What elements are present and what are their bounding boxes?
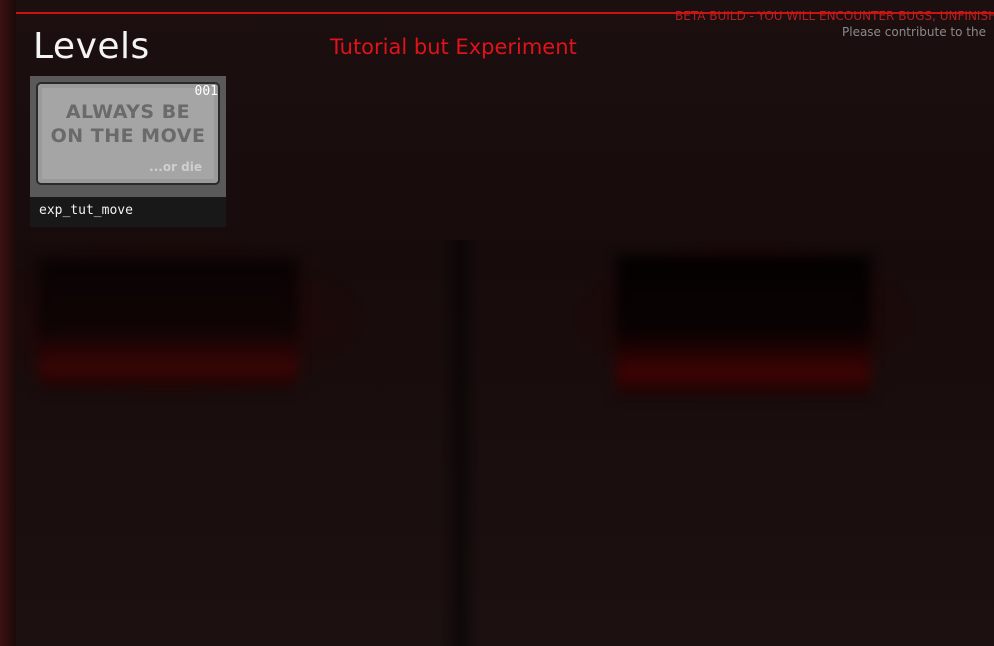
level-name: exp_tut_move xyxy=(39,203,133,218)
background-blur-panel-left xyxy=(38,258,298,388)
level-thumbnail: ALWAYS BE ON THE MOVE ...or die xyxy=(36,82,220,185)
thumbnail-headline: ALWAYS BE ON THE MOVE xyxy=(50,101,206,147)
thumbnail-subtext: ...or die xyxy=(149,160,202,174)
page-title: Levels xyxy=(33,26,150,67)
level-number: 001 xyxy=(194,84,218,99)
beta-warning-text: BETA BUILD - YOU WILL ENCOUNTER BUGS, UN… xyxy=(675,9,994,23)
thumbnail-screen: ALWAYS BE ON THE MOVE ...or die xyxy=(42,88,214,179)
left-edge-strip xyxy=(0,0,16,646)
level-select-screen: Levels Tutorial but Experiment BETA BUIL… xyxy=(0,0,994,646)
background-pillar-shadow xyxy=(440,240,480,646)
category-title: Tutorial but Experiment xyxy=(330,35,577,59)
background-blur-panel-right xyxy=(616,255,871,395)
build-notice: BETA BUILD - YOU WILL ENCOUNTER BUGS, UN… xyxy=(675,8,994,40)
level-card[interactable]: ALWAYS BE ON THE MOVE ...or die 001 exp_t… xyxy=(30,76,226,227)
contribute-text: Please contribute to the xyxy=(842,25,986,39)
